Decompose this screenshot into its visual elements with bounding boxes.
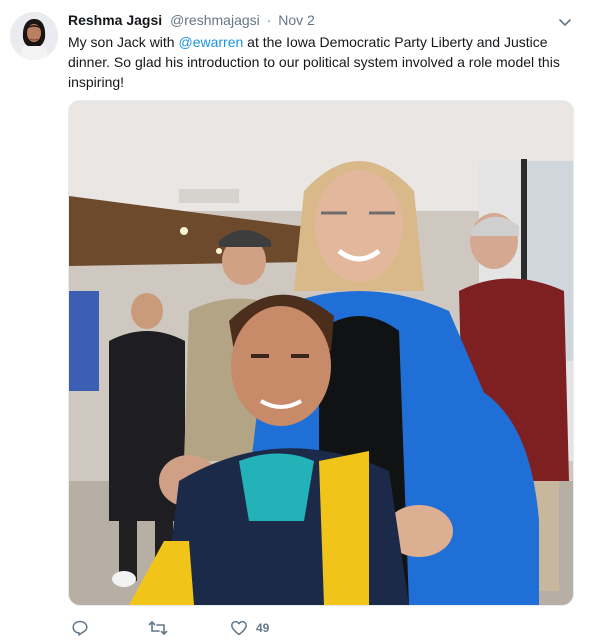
avatar[interactable] [10, 12, 58, 60]
separator-dot: · [266, 12, 272, 28]
retweet-icon [148, 619, 168, 637]
reply-icon [71, 619, 89, 637]
mention-link[interactable]: @ewarren [178, 34, 243, 50]
tweet-timestamp[interactable]: Nov 2 [278, 12, 315, 28]
author-name[interactable]: Reshma Jagsi [68, 12, 162, 28]
tweet: Reshma Jagsi @reshmajagsi · Nov 2 My son… [0, 0, 589, 640]
tweet-actions: 49 [68, 618, 368, 640]
tweet-text: My son Jack with @ewarren at the Iowa De… [68, 32, 578, 92]
heart-icon [230, 619, 248, 637]
tweet-header: Reshma Jagsi @reshmajagsi · Nov 2 [68, 11, 559, 29]
tweet-text-before: My son Jack with [68, 34, 179, 50]
chevron-down-icon[interactable] [557, 14, 573, 30]
like-button[interactable]: 49 [230, 618, 269, 638]
like-count: 49 [256, 621, 270, 635]
author-handle[interactable]: @reshmajagsi [170, 12, 260, 28]
retweet-button[interactable] [148, 618, 168, 638]
tweet-photo[interactable] [68, 100, 574, 606]
reply-button[interactable] [71, 618, 89, 638]
